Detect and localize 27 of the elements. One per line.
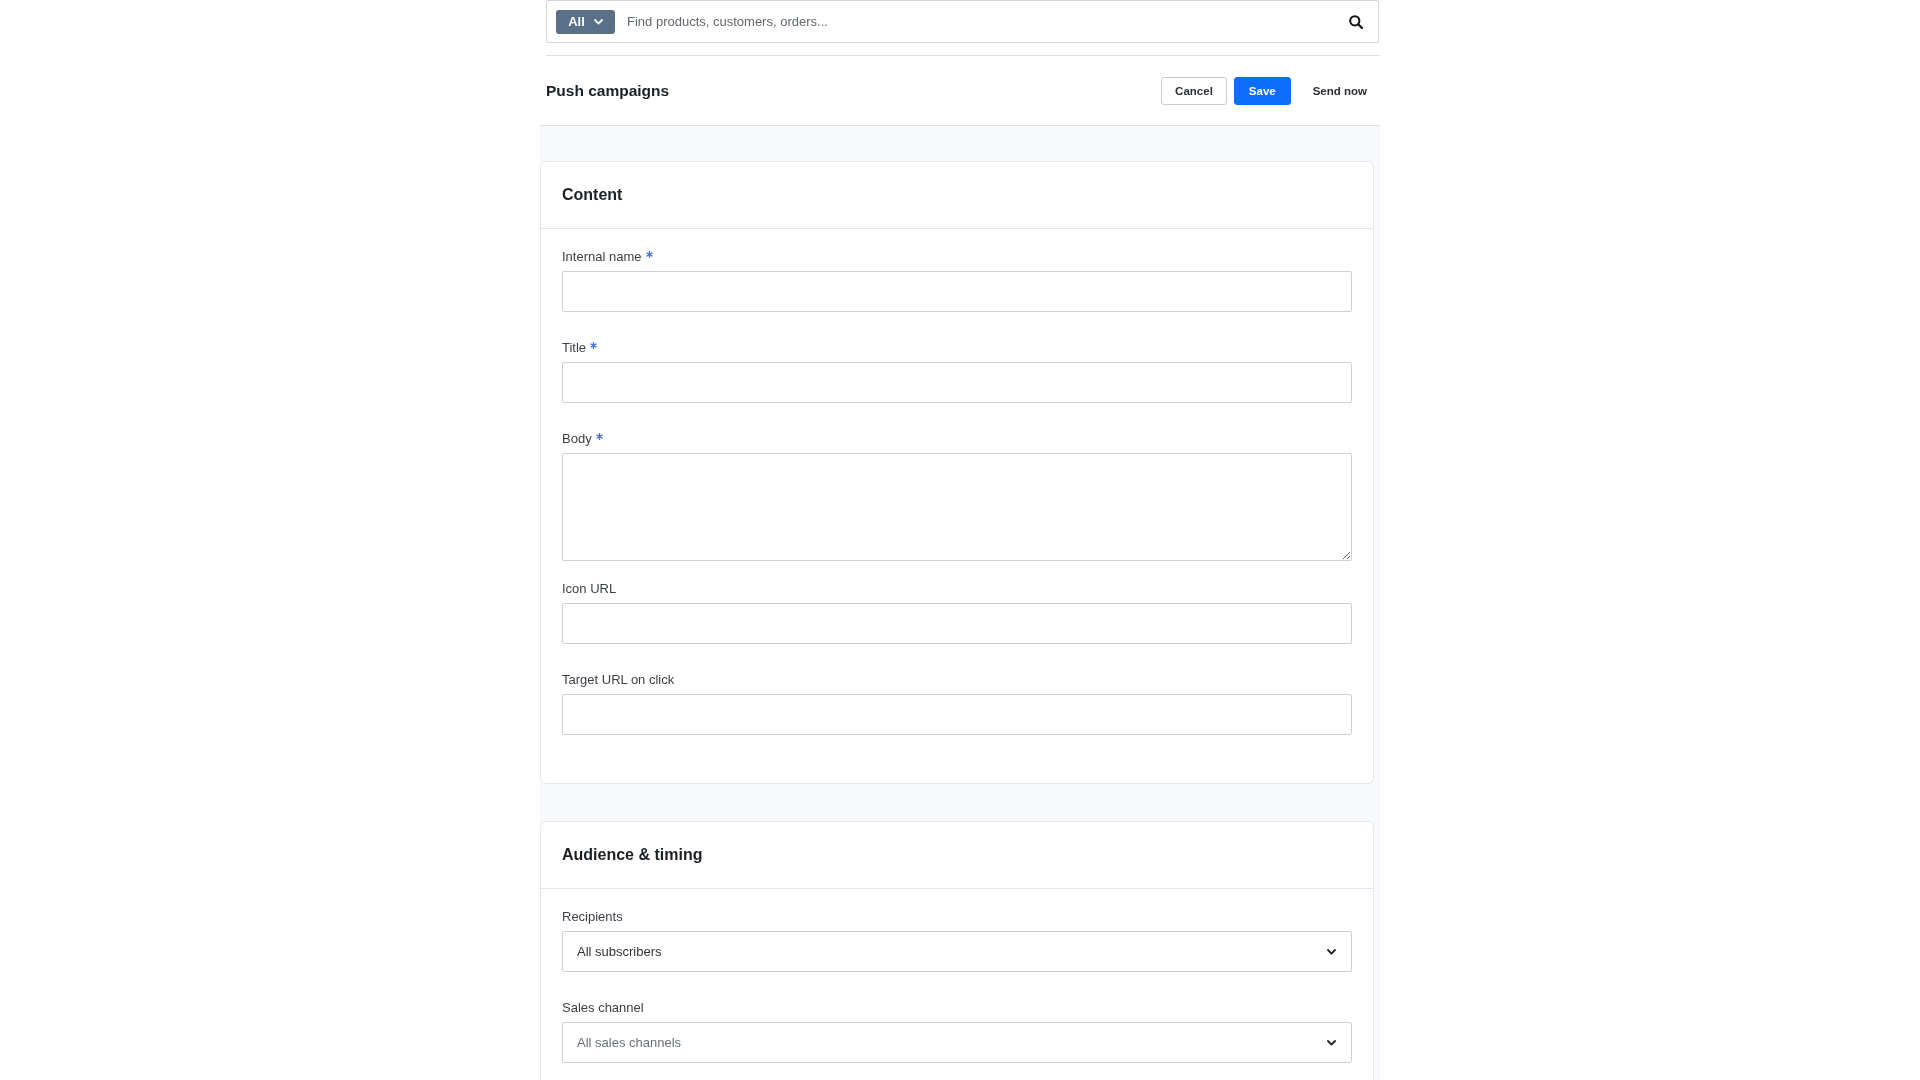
select-field[interactable]: All sales channels [562, 1022, 1352, 1063]
section-title: Content [562, 186, 623, 204]
field-label: Sales channel [562, 1000, 644, 1016]
field-label: Recipients [562, 909, 623, 925]
search-bar[interactable]: All Find products, customers, orders... [546, 0, 1379, 43]
field-label: Body [562, 431, 592, 447]
search-field[interactable]: Find products, customers, orders... [627, 11, 1337, 32]
text-field[interactable] [562, 362, 1352, 403]
field-label: Title [562, 340, 587, 356]
field-label: Target URL on click [562, 672, 675, 688]
search-icon[interactable] [1349, 14, 1363, 29]
field-label: Internal name [562, 249, 642, 265]
save-button[interactable]: Save [1233, 76, 1291, 105]
scope-dropdown-button[interactable]: All [556, 9, 615, 34]
chevron-down-icon [593, 18, 603, 25]
text-field[interactable] [562, 694, 1352, 735]
select-field[interactable]: All subscribers [562, 931, 1352, 972]
page-title: Push campaigns [546, 81, 670, 100]
send-button[interactable]: Send now [1297, 76, 1380, 105]
textarea-field[interactable] [562, 453, 1352, 561]
chevron-down-icon [1327, 948, 1336, 955]
chevron-down-icon [1327, 1039, 1336, 1046]
cancel-button[interactable]: Cancel [1161, 76, 1227, 105]
text-field[interactable] [562, 271, 1352, 312]
section-title: Audience & timing [562, 846, 703, 864]
text-field[interactable] [562, 603, 1352, 644]
field-label: Icon URL [562, 581, 617, 597]
